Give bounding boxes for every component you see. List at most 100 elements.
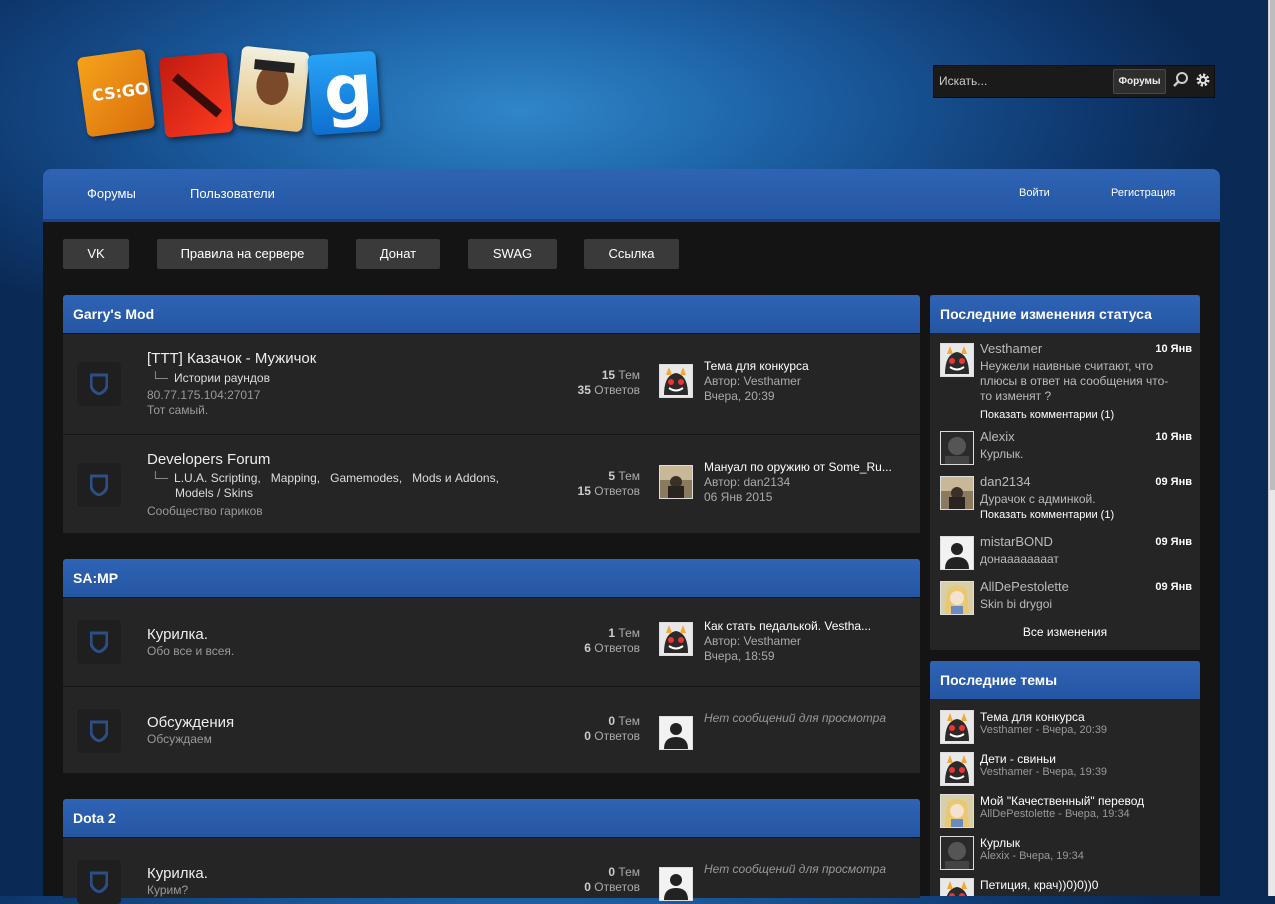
search-scope-button[interactable]: Форумы xyxy=(1113,69,1166,94)
page-scrollbar[interactable] xyxy=(1268,0,1275,896)
forum-status-icon xyxy=(77,709,121,753)
user-avatar[interactable] xyxy=(940,476,974,510)
last-post-author[interactable]: Автор: Vesthamer xyxy=(704,634,904,649)
forum-title[interactable]: Курилка. xyxy=(147,626,208,643)
forum-title[interactable]: Обсуждения xyxy=(147,714,234,731)
gmod-logo-tile: g xyxy=(307,49,381,136)
username[interactable]: Alexix xyxy=(980,429,1015,444)
forum-title[interactable]: Курилка. xyxy=(147,865,208,882)
last-post-title[interactable]: Тема для конкурса xyxy=(704,359,899,374)
forum-stats: 0 Тем 0 Ответов xyxy=(584,865,640,894)
category-title[interactable]: Dota 2 xyxy=(63,799,920,837)
category-dota-2: Dota 2 Курилка. Курим? 0 Тем 0 Ответов Н… xyxy=(63,799,920,904)
subforum-link[interactable]: Истории раундов xyxy=(174,371,270,385)
forum-node: Обсуждения Обсуждаем 0 Тем 0 Ответов Нет… xyxy=(63,686,920,773)
user-avatar[interactable] xyxy=(940,431,974,465)
last-post-author[interactable]: Автор: Vesthamer xyxy=(704,374,904,389)
thread-meta[interactable]: Vesthamer - Вчера, 20:39 xyxy=(980,724,1107,736)
last-poster-avatar[interactable] xyxy=(659,622,693,656)
status-date[interactable]: 09 Янв xyxy=(1155,536,1192,548)
no-posts-message: Нет сообщений для просмотра xyxy=(704,862,887,876)
username[interactable]: dan2134 xyxy=(980,474,1031,489)
nav-forums[interactable]: Форумы xyxy=(87,186,136,201)
status-item: Vesthamer 10 Янв Неужели наивные считают… xyxy=(940,341,1192,423)
subforum-list-continued: Models / Skins xyxy=(175,486,253,500)
quick-link-donate[interactable]: Донат xyxy=(356,239,440,269)
thread-title[interactable]: Тема для конкурса xyxy=(980,710,1085,724)
all-status-updates-link[interactable]: Все изменения xyxy=(930,625,1200,639)
thread-title[interactable]: Дети - свиньи xyxy=(980,752,1056,766)
user-avatar[interactable] xyxy=(940,794,974,828)
last-post-author[interactable]: Автор: dan2134 xyxy=(704,475,904,490)
last-post-date[interactable]: Вчера, 20:39 xyxy=(704,389,904,404)
sidebar-title: Последние темы xyxy=(930,661,1200,699)
quick-link-swag[interactable]: SWAG xyxy=(468,239,557,269)
thread-meta[interactable]: AllDePestolette - Вчера, 19:34 xyxy=(980,808,1130,820)
nav-users[interactable]: Пользователи xyxy=(190,186,275,201)
user-avatar[interactable] xyxy=(940,536,974,570)
troll-avatar-icon xyxy=(941,711,973,743)
thread-title[interactable]: Курлык xyxy=(980,836,1020,850)
latest-thread-item: Курлык Alexix - Вчера, 19:34 xyxy=(940,836,1192,870)
user-avatar[interactable] xyxy=(940,878,974,896)
category-title[interactable]: Garry's Mod xyxy=(63,295,920,333)
status-text: Неужели наивные считают, что плюсы в отв… xyxy=(980,359,1169,403)
forum-status-icon xyxy=(77,860,121,904)
sidebar-latest-threads: Последние темы Тема для конкурса Vestham… xyxy=(930,661,1200,896)
category-garrys-mod: Garry's Mod [TTT] Казачок - Мужичок └─ Ис… xyxy=(63,295,920,533)
user-avatar[interactable] xyxy=(940,710,974,744)
subforum-link[interactable]: Mapping xyxy=(271,471,317,485)
thread-meta[interactable]: Vesthamer - Вчера, 19:39 xyxy=(980,766,1107,778)
nav-register[interactable]: Регистрация xyxy=(1111,187,1175,199)
thread-title[interactable]: Мой "Качественный" перевод xyxy=(980,794,1144,808)
subforum-link[interactable]: Models / Skins xyxy=(175,486,253,500)
quick-link-rules[interactable]: Правила на сервере xyxy=(157,239,328,269)
show-comments-link[interactable]: Показать комментарии (1) xyxy=(980,409,1114,421)
subforum-link[interactable]: Gamemodes xyxy=(330,471,399,485)
status-date[interactable]: 10 Янв xyxy=(1155,431,1192,443)
search-icon[interactable] xyxy=(1172,71,1190,89)
no-posts-message: Нет сообщений для просмотра xyxy=(704,711,887,725)
status-date[interactable]: 10 Янв xyxy=(1155,343,1192,355)
subforum-link[interactable]: Mods и Addons xyxy=(412,471,495,485)
scrollbar-thumb[interactable] xyxy=(1270,0,1275,490)
thread-title[interactable]: Петиция, крач))0)0))0 xyxy=(980,878,1098,892)
user-avatar[interactable] xyxy=(940,343,974,377)
last-post-title[interactable]: Как стать педалькой. Vestha... xyxy=(704,619,899,634)
last-poster-avatar[interactable] xyxy=(659,364,693,398)
nav-login[interactable]: Войти xyxy=(1019,187,1050,199)
user-avatar[interactable] xyxy=(940,836,974,870)
site-logo[interactable]: CS:GO g xyxy=(76,45,400,140)
username[interactable]: Vesthamer xyxy=(980,341,1042,356)
search-input[interactable] xyxy=(934,66,1114,95)
last-poster-avatar[interactable] xyxy=(659,465,693,499)
forum-title[interactable]: Developers Forum xyxy=(147,451,270,468)
quick-link-link[interactable]: Ссылка xyxy=(584,239,679,269)
status-text: Курлык. xyxy=(980,447,1024,461)
last-post-date[interactable]: 06 Янв 2015 xyxy=(704,490,904,505)
forum-server-address: 80.77.175.104:27017 xyxy=(147,388,261,402)
last-post-info: Как стать педалькой. Vestha... Автор: Ve… xyxy=(704,619,904,664)
forum-title[interactable]: [TTT] Казачок - Мужичок xyxy=(147,350,316,367)
samp-logo-tile xyxy=(234,45,310,133)
troll-avatar-icon xyxy=(660,623,692,655)
gear-icon[interactable] xyxy=(1194,71,1212,89)
last-post-date[interactable]: Вчера, 18:59 xyxy=(704,649,904,664)
anime-avatar-icon xyxy=(941,582,973,614)
subforum-link[interactable]: L.U.A. Scripting xyxy=(174,471,257,485)
status-date[interactable]: 09 Янв xyxy=(1155,476,1192,488)
forum-description: Обо все и всея. xyxy=(147,644,235,658)
sidebar-title: Последние изменения статуса xyxy=(930,295,1200,333)
status-item: dan2134 09 Янв Дурачок с админкой. Показ… xyxy=(940,474,1192,526)
user-avatar[interactable] xyxy=(940,752,974,786)
show-comments-link[interactable]: Показать комментарии (1) xyxy=(980,509,1114,521)
user-avatar[interactable] xyxy=(940,581,974,615)
status-date[interactable]: 09 Янв xyxy=(1155,581,1192,593)
username[interactable]: AllDePestolette xyxy=(980,579,1069,594)
thread-meta[interactable]: Alexix - Вчера, 19:34 xyxy=(980,850,1084,862)
quick-link-vk[interactable]: VK xyxy=(63,239,129,269)
forum-stats: 15 Тем 35 Ответов xyxy=(577,368,640,397)
last-post-title[interactable]: Мануал по оружию от Some_Ru... xyxy=(704,460,899,475)
username[interactable]: mistarBOND xyxy=(980,534,1053,549)
category-title[interactable]: SA:MP xyxy=(63,559,920,597)
